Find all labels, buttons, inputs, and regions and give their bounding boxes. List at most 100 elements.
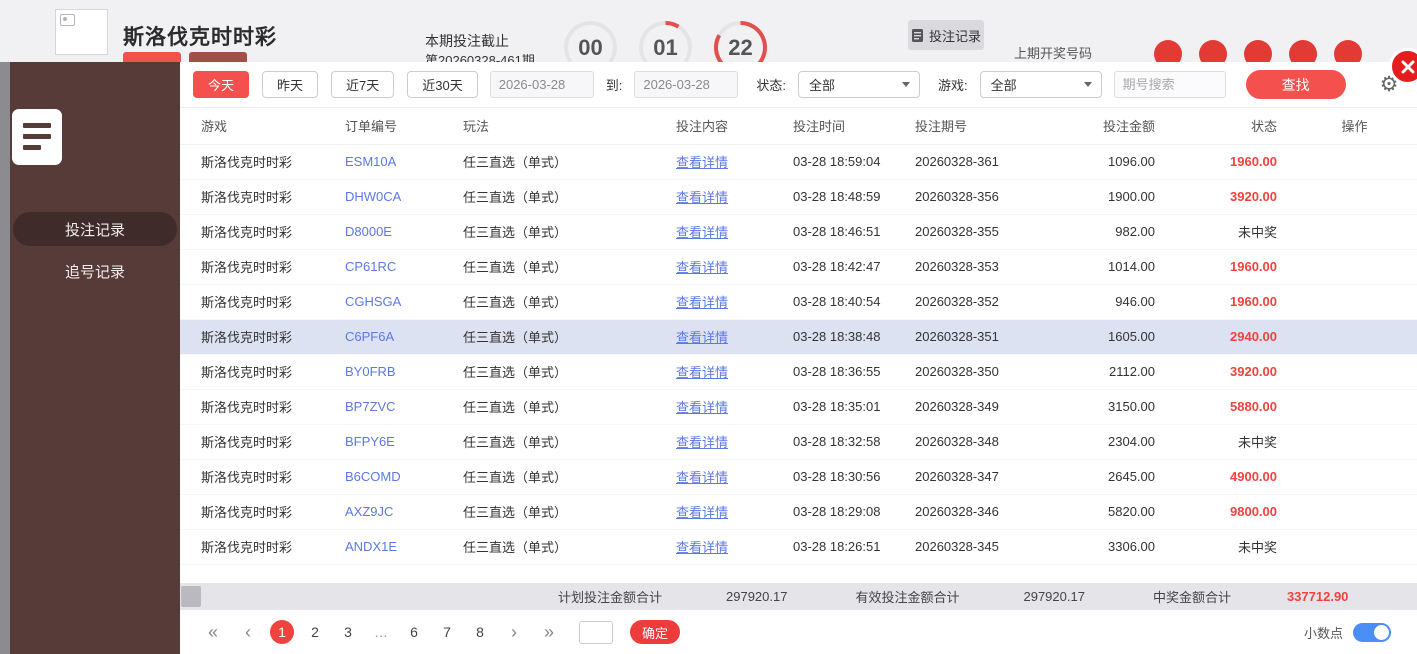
sidebar-item[interactable]: 追号记录 [13, 254, 177, 288]
view-details-link[interactable]: 查看详情 [676, 330, 728, 345]
cell-operation [1292, 424, 1417, 459]
cell-status: 3920.00 [1170, 354, 1292, 389]
table-row[interactable]: 斯洛伐克时时彩 ESM10A 任三直选（单式） 查看详情 03-28 18:59… [180, 144, 1417, 179]
game-select[interactable]: 全部 [980, 71, 1102, 98]
cell-play-type: 任三直选（单式） [443, 214, 658, 249]
view-details-link[interactable]: 查看详情 [676, 505, 728, 520]
table-row[interactable]: 斯洛伐克时时彩 ANDX1E 任三直选（单式） 查看详情 03-28 18:26… [180, 529, 1417, 564]
cell-play-type: 任三直选（单式） [443, 354, 658, 389]
table-row[interactable]: 斯洛伐克时时彩 C6PF6A 任三直选（单式） 查看详情 03-28 18:38… [180, 319, 1417, 354]
table-row[interactable]: 斯洛伐克时时彩 BY0FRB 任三直选（单式） 查看详情 03-28 18:36… [180, 354, 1417, 389]
cell-operation [1292, 354, 1417, 389]
order-number-link[interactable]: CGHSGA [345, 294, 401, 309]
order-number-link[interactable]: C6PF6A [345, 329, 394, 344]
view-details-link[interactable]: 查看详情 [676, 470, 728, 485]
summary-bar: 计划投注金额合计 297920.17 有效投注金额合计 297920.17 中奖… [180, 583, 1417, 610]
order-number-link[interactable]: CP61RC [345, 259, 396, 274]
page-button[interactable]: 1 [270, 620, 294, 644]
cell-bet-time: 03-28 18:59:04 [773, 144, 897, 179]
order-number-link[interactable]: ANDX1E [345, 539, 397, 554]
cell-game: 斯洛伐克时时彩 [180, 249, 325, 284]
period-search-input[interactable] [1114, 71, 1226, 98]
cell-operation [1292, 214, 1417, 249]
view-details-link[interactable]: 查看详情 [676, 225, 728, 240]
table-row[interactable]: 斯洛伐克时时彩 BP7ZVC 任三直选（单式） 查看详情 03-28 18:35… [180, 389, 1417, 424]
view-details-link[interactable]: 查看详情 [676, 190, 728, 205]
bet-records-button[interactable]: 投注记录 [908, 20, 984, 50]
table-row[interactable]: 斯洛伐克时时彩 D8000E 任三直选（单式） 查看详情 03-28 18:46… [180, 214, 1417, 249]
column-header: 状态 [1170, 108, 1292, 144]
view-details-link[interactable]: 查看详情 [676, 540, 728, 555]
order-number-link[interactable]: BP7ZVC [345, 399, 396, 414]
cell-play-type: 任三直选（单式） [443, 144, 658, 179]
cell-operation [1292, 179, 1417, 214]
page-button[interactable]: 2 [303, 620, 327, 644]
cell-bet-time: 03-28 18:40:54 [773, 284, 897, 319]
column-header: 投注时间 [773, 108, 897, 144]
site-logo [55, 9, 108, 55]
page-ellipsis: … [369, 620, 393, 644]
view-details-link[interactable]: 查看详情 [676, 365, 728, 380]
order-number-link[interactable]: B6COMD [345, 469, 401, 484]
order-number-link[interactable]: DHW0CA [345, 189, 401, 204]
date-to-input[interactable] [634, 71, 738, 98]
game-label: 游戏: [938, 75, 968, 94]
image-placeholder-icon [60, 14, 75, 26]
order-number-link[interactable]: AXZ9JC [345, 504, 393, 519]
view-details-link[interactable]: 查看详情 [676, 295, 728, 310]
cell-game: 斯洛伐克时时彩 [180, 284, 325, 319]
cell-status: 1960.00 [1170, 144, 1292, 179]
first-page-button[interactable]: « [200, 619, 226, 645]
cell-status: 未中奖 [1170, 214, 1292, 249]
status-label: 状态: [756, 75, 786, 94]
quick-range-button[interactable]: 昨天 [262, 71, 318, 98]
page-button[interactable]: 8 [468, 620, 492, 644]
quick-range-button[interactable]: 今天 [193, 71, 249, 98]
view-details-link[interactable]: 查看详情 [676, 400, 728, 415]
page-button[interactable]: 7 [435, 620, 459, 644]
chevron-down-icon [902, 82, 910, 87]
order-number-link[interactable]: BY0FRB [345, 364, 396, 379]
records-table-body: 斯洛伐克时时彩 ESM10A 任三直选（单式） 查看详情 03-28 18:59… [180, 144, 1417, 564]
date-from-input[interactable] [490, 71, 594, 98]
cell-game: 斯洛伐克时时彩 [180, 144, 325, 179]
prev-page-button[interactable]: ‹ [235, 619, 261, 645]
cell-bet-amount: 1014.00 [1047, 249, 1170, 284]
view-details-link[interactable]: 查看详情 [676, 435, 728, 450]
planned-total-value: 297920.17 [726, 589, 787, 604]
quick-ranges: 今天昨天近7天近30天 [193, 71, 478, 98]
cell-status: 1960.00 [1170, 284, 1292, 319]
scrollbar-thumb[interactable] [181, 586, 201, 607]
filter-bar: 今天昨天近7天近30天 到: 状态: 全部 游戏: 全部 查找 ⚙ [180, 62, 1417, 108]
cell-status: 5880.00 [1170, 389, 1292, 424]
table-row[interactable]: 斯洛伐克时时彩 DHW0CA 任三直选（单式） 查看详情 03-28 18:48… [180, 179, 1417, 214]
view-details-link[interactable]: 查看详情 [676, 155, 728, 170]
cell-bet-period: 20260328-345 [897, 529, 1047, 564]
table-row[interactable]: 斯洛伐克时时彩 CP61RC 任三直选（单式） 查看详情 03-28 18:42… [180, 249, 1417, 284]
page-jump-confirm-button[interactable]: 确定 [630, 620, 680, 644]
table-row[interactable]: 斯洛伐克时时彩 CGHSGA 任三直选（单式） 查看详情 03-28 18:40… [180, 284, 1417, 319]
order-number-link[interactable]: BFPY6E [345, 434, 395, 449]
view-details-link[interactable]: 查看详情 [676, 260, 728, 275]
page-jump-input[interactable] [579, 621, 613, 644]
deadline-label: 本期投注截止 [425, 31, 509, 51]
decimal-toggle-group: 小数点 [1304, 623, 1391, 642]
sidebar-item[interactable]: 投注记录 [13, 212, 177, 246]
cell-play-type: 任三直选（单式） [443, 494, 658, 529]
order-number-link[interactable]: ESM10A [345, 154, 396, 169]
table-row[interactable]: 斯洛伐克时时彩 AXZ9JC 任三直选（单式） 查看详情 03-28 18:29… [180, 494, 1417, 529]
quick-range-button[interactable]: 近7天 [331, 71, 394, 98]
search-button[interactable]: 查找 [1246, 70, 1346, 99]
table-row[interactable]: 斯洛伐克时时彩 B6COMD 任三直选（单式） 查看详情 03-28 18:30… [180, 459, 1417, 494]
table-row[interactable]: 斯洛伐克时时彩 BFPY6E 任三直选（单式） 查看详情 03-28 18:32… [180, 424, 1417, 459]
next-page-button[interactable]: › [501, 619, 527, 645]
decimal-point-toggle[interactable] [1353, 623, 1391, 642]
close-icon [1400, 59, 1416, 75]
records-table: 游戏订单编号玩法投注内容投注时间投注期号投注金额状态操作 斯洛伐克时时彩 ESM… [180, 108, 1417, 565]
quick-range-button[interactable]: 近30天 [407, 71, 477, 98]
last-page-button[interactable]: » [536, 619, 562, 645]
page-button[interactable]: 3 [336, 620, 360, 644]
order-number-link[interactable]: D8000E [345, 224, 392, 239]
page-button[interactable]: 6 [402, 620, 426, 644]
status-select[interactable]: 全部 [798, 71, 920, 98]
